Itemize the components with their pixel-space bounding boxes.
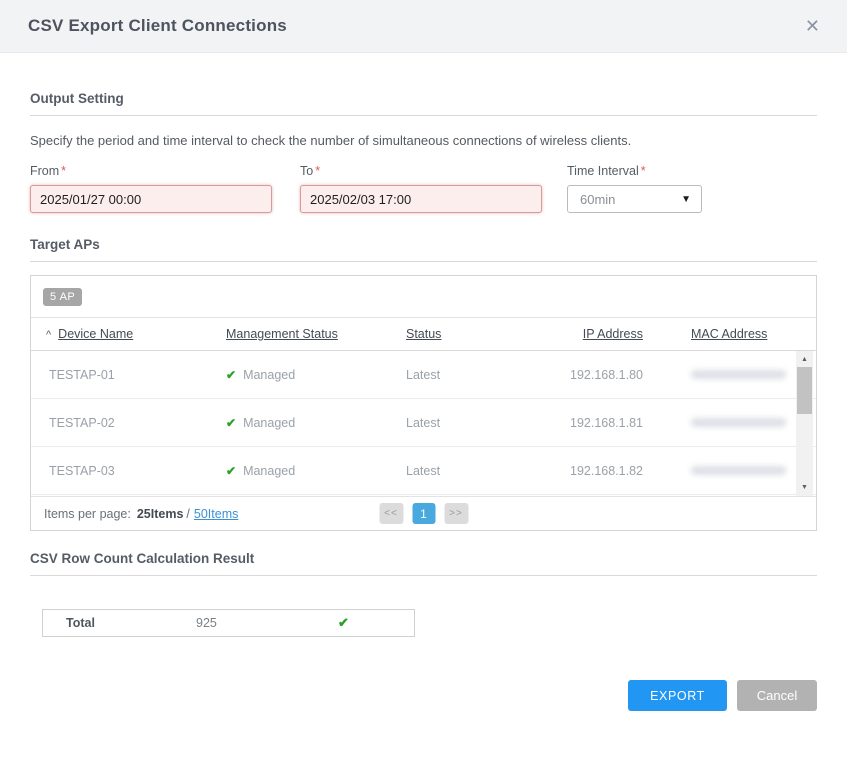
vertical-scrollbar[interactable]: ▲ ▼ xyxy=(796,351,813,496)
table-header: ^ Device Name Management Status Status IP… xyxy=(31,318,816,351)
scroll-down-icon[interactable]: ▼ xyxy=(796,481,813,494)
device-name-cell: TESTAP-01 xyxy=(49,368,226,382)
to-label: To* xyxy=(300,164,542,178)
items-per-page-25[interactable]: 25Items xyxy=(137,507,184,521)
prev-page-button[interactable]: << xyxy=(379,503,403,524)
total-label: Total xyxy=(66,616,196,630)
dialog-title: CSV Export Client Connections xyxy=(28,16,287,36)
chevron-down-icon: ▼ xyxy=(681,194,691,205)
column-header-ip-address[interactable]: IP Address xyxy=(583,327,643,341)
total-value: 925 xyxy=(196,616,338,630)
to-input[interactable] xyxy=(300,185,542,213)
next-page-button[interactable]: >> xyxy=(444,503,468,524)
time-interval-label-text: Time Interval xyxy=(567,164,639,178)
pagination: << 1 >> xyxy=(379,503,468,524)
management-status-cell: ✔ Managed xyxy=(226,416,406,430)
ap-count-row: 5 AP xyxy=(31,276,816,318)
items-per-page-separator: / xyxy=(186,507,189,521)
close-icon[interactable]: ✕ xyxy=(805,17,820,35)
mac-address-cell xyxy=(643,466,816,475)
column-device-name: ^ Device Name xyxy=(46,327,226,341)
mac-address-redacted xyxy=(691,418,786,427)
ip-address-cell: 192.168.1.81 xyxy=(551,416,643,430)
items-per-page-label: Items per page: xyxy=(44,507,131,521)
target-aps-heading: Target APs xyxy=(30,237,817,262)
mac-address-redacted xyxy=(691,370,786,379)
total-row: Total 925 ✔ xyxy=(42,609,415,637)
ap-count-badge: 5 AP xyxy=(43,288,82,306)
management-status-cell: ✔ Managed xyxy=(226,464,406,478)
table-footer: Items per page: 25Items / 50Items << 1 >… xyxy=(31,496,816,530)
from-input[interactable] xyxy=(30,185,272,213)
check-icon: ✔ xyxy=(338,615,414,631)
time-interval-value: 60min xyxy=(580,192,615,207)
cancel-button[interactable]: Cancel xyxy=(737,680,817,711)
output-setting-heading: Output Setting xyxy=(30,91,817,116)
table-row: TESTAP-03 ✔ Managed Latest 192.168.1.82 xyxy=(31,447,816,495)
required-marker: * xyxy=(61,164,66,178)
column-status: Status xyxy=(406,327,551,341)
table-row: TESTAP-02 ✔ Managed Latest 192.168.1.81 xyxy=(31,399,816,447)
management-status-text: Managed xyxy=(243,368,295,382)
column-header-status[interactable]: Status xyxy=(406,327,441,341)
required-marker: * xyxy=(641,164,646,178)
from-field-group: From* xyxy=(30,164,272,213)
check-icon: ✔ xyxy=(226,464,236,478)
column-ip-address: IP Address xyxy=(551,327,643,341)
time-interval-label: Time Interval* xyxy=(567,164,702,178)
from-label: From* xyxy=(30,164,272,178)
to-field-group: To* xyxy=(300,164,542,213)
page-1-button[interactable]: 1 xyxy=(412,503,435,524)
output-setting-description: Specify the period and time interval to … xyxy=(30,133,817,148)
check-icon: ✔ xyxy=(226,368,236,382)
management-status-cell: ✔ Managed xyxy=(226,368,406,382)
required-marker: * xyxy=(315,164,320,178)
export-button[interactable]: EXPORT xyxy=(628,680,727,711)
dialog-header: CSV Export Client Connections ✕ xyxy=(0,0,847,53)
from-label-text: From xyxy=(30,164,59,178)
management-status-text: Managed xyxy=(243,416,295,430)
mac-address-redacted xyxy=(691,466,786,475)
scrollbar-thumb[interactable] xyxy=(797,367,812,414)
ip-address-cell: 192.168.1.80 xyxy=(551,368,643,382)
status-cell: Latest xyxy=(406,368,551,382)
mac-address-cell xyxy=(643,370,816,379)
column-header-mac-address[interactable]: MAC Address xyxy=(691,327,767,341)
target-aps-panel: 5 AP ^ Device Name Management Status Stat… xyxy=(30,275,817,531)
management-status-text: Managed xyxy=(243,464,295,478)
column-management-status: Management Status xyxy=(226,327,406,341)
device-name-cell: TESTAP-02 xyxy=(49,416,226,430)
csv-result-heading: CSV Row Count Calculation Result xyxy=(30,551,817,576)
mac-address-cell xyxy=(643,418,816,427)
column-header-device-name[interactable]: Device Name xyxy=(58,327,133,341)
period-fields: From* To* Time Interval* 60min ▼ xyxy=(30,164,817,213)
table-body: TESTAP-01 ✔ Managed Latest 192.168.1.80 T… xyxy=(31,351,816,496)
table-row: TESTAP-01 ✔ Managed Latest 192.168.1.80 xyxy=(31,351,816,399)
device-name-cell: TESTAP-03 xyxy=(49,464,226,478)
column-mac-address: MAC Address xyxy=(643,327,816,341)
items-per-page-50[interactable]: 50Items xyxy=(194,507,238,521)
status-cell: Latest xyxy=(406,464,551,478)
dialog-body: Output Setting Specify the period and ti… xyxy=(0,91,847,711)
ip-address-cell: 192.168.1.82 xyxy=(551,464,643,478)
sort-ascending-icon: ^ xyxy=(46,329,51,341)
status-cell: Latest xyxy=(406,416,551,430)
dialog-actions: EXPORT Cancel xyxy=(30,680,817,711)
to-label-text: To xyxy=(300,164,313,178)
time-interval-field-group: Time Interval* 60min ▼ xyxy=(567,164,702,213)
check-icon: ✔ xyxy=(226,416,236,430)
column-header-management-status[interactable]: Management Status xyxy=(226,327,338,341)
scroll-up-icon[interactable]: ▲ xyxy=(796,353,813,366)
time-interval-select[interactable]: 60min ▼ xyxy=(567,185,702,213)
